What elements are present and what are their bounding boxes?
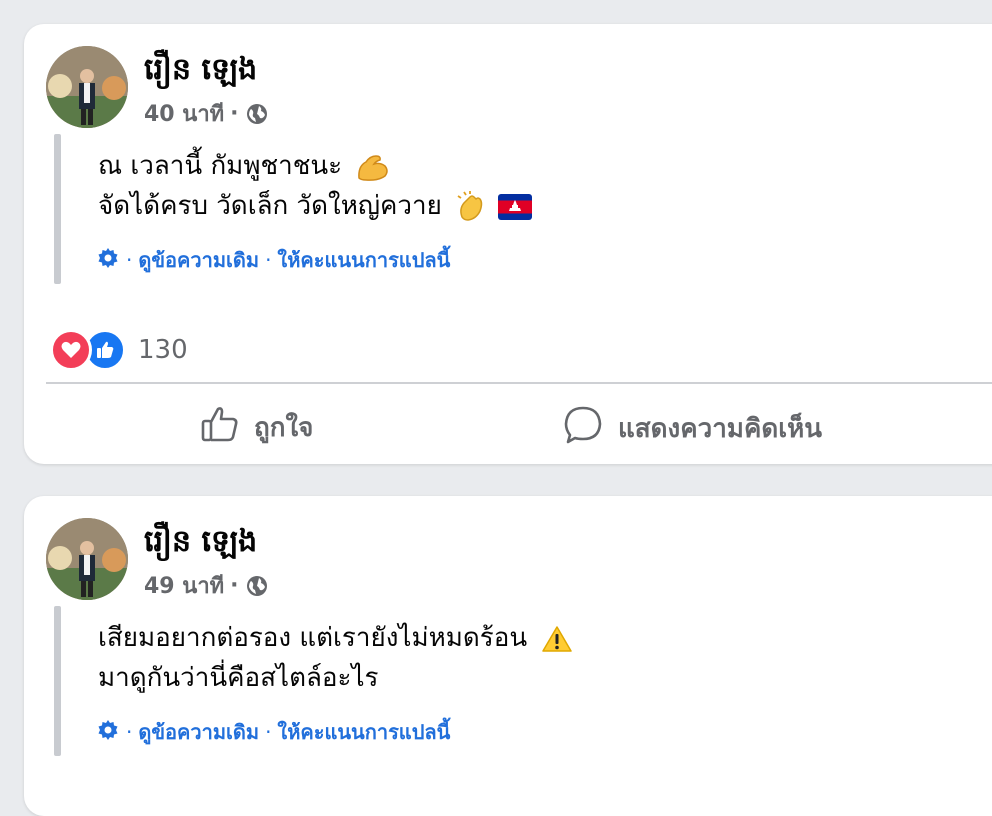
clapping-hands-icon xyxy=(456,190,488,223)
see-original-link[interactable]: ดูข้อความเดิม xyxy=(138,244,259,276)
translation-quote-bar xyxy=(54,606,61,756)
author-name[interactable]: រឿន ឡេង xyxy=(144,522,257,566)
translation-row: · ดูข้อความเดิม · ให้คะแนนการแปลนี้ xyxy=(96,244,450,276)
post-meta: 40 นาที · xyxy=(144,96,269,131)
globe-icon xyxy=(245,102,269,126)
translation-separator: · xyxy=(265,720,272,744)
flexed-biceps-icon xyxy=(356,152,390,182)
reaction-summary[interactable]: 130 xyxy=(50,329,188,371)
translation-separator: · xyxy=(126,248,133,272)
comment-label: แสดงความคิดเห็น xyxy=(618,414,823,444)
post-body: เสียมอยากต่อรอง แต่เรายังไม่หมดร้อน มาดู… xyxy=(98,618,573,698)
like-button[interactable]: ถูกใจ xyxy=(200,404,313,451)
post-line: จัดได้ครบ วัดเล็ก วัดใหญ่ควาย xyxy=(98,186,533,226)
post-time[interactable]: 49 นาที xyxy=(144,568,224,603)
post-body: ณ เวลานี้ กัมพูชาชนะ จัดได้ครบ วัดเล็ก ว… xyxy=(98,146,533,226)
like-label: ถูกใจ xyxy=(254,413,314,443)
post-line-text: มาดูกันว่านี่คือสไตล์อะไร xyxy=(98,663,379,693)
post-line: ณ เวลานี้ กัมพูชาชนะ xyxy=(98,146,532,186)
rate-translation-link[interactable]: ให้คะแนนการแปลนี้ xyxy=(277,244,450,276)
meta-separator: · xyxy=(230,101,239,126)
post-card: រឿន ឡេង 49 นาที · เสียมอยากต่อรอง แต่เรา… xyxy=(24,496,992,816)
author-avatar[interactable] xyxy=(46,518,128,600)
post-card: រឿន ឡេង 40 นาที · ณ เวลานี้ กัมพูชาชนะ จ… xyxy=(24,24,992,464)
comment-icon xyxy=(562,404,604,453)
meta-separator: · xyxy=(230,573,239,598)
post-time[interactable]: 40 นาที xyxy=(144,96,224,131)
gear-icon[interactable] xyxy=(96,718,120,747)
see-original-link[interactable]: ดูข้อความเดิม xyxy=(138,716,259,748)
love-reaction-icon xyxy=(50,329,92,371)
warning-icon xyxy=(541,625,573,653)
post-line-text: จัดได้ครบ วัดเล็ก วัดใหญ่ควาย xyxy=(98,191,442,221)
like-icon xyxy=(200,404,240,451)
action-divider xyxy=(46,382,992,384)
translation-quote-bar xyxy=(54,134,61,284)
translation-row: · ดูข้อความเดิม · ให้คะแนนการแปลนี้ xyxy=(96,716,450,748)
reaction-count: 130 xyxy=(138,335,188,365)
translation-separator: · xyxy=(265,248,272,272)
globe-icon xyxy=(245,574,269,598)
post-line-text: ณ เวลานี้ กัมพูชาชนะ xyxy=(98,151,343,181)
post-line-text: เสียมอยากต่อรอง แต่เรายังไม่หมดร้อน xyxy=(98,623,528,653)
gear-icon[interactable] xyxy=(96,246,120,275)
comment-button[interactable]: แสดงความคิดเห็น xyxy=(562,404,822,453)
rate-translation-link[interactable]: ให้คะแนนการแปลนี้ xyxy=(277,716,450,748)
translation-separator: · xyxy=(126,720,133,744)
author-avatar[interactable] xyxy=(46,46,128,128)
post-line: เสียมอยากต่อรอง แต่เรายังไม่หมดร้อน xyxy=(98,618,573,658)
post-line: มาดูกันว่านี่คือสไตล์อะไร xyxy=(98,658,573,698)
cambodia-flag-icon xyxy=(498,193,533,220)
author-name[interactable]: រឿន ឡេង xyxy=(144,50,257,94)
post-meta: 49 นาที · xyxy=(144,568,269,603)
